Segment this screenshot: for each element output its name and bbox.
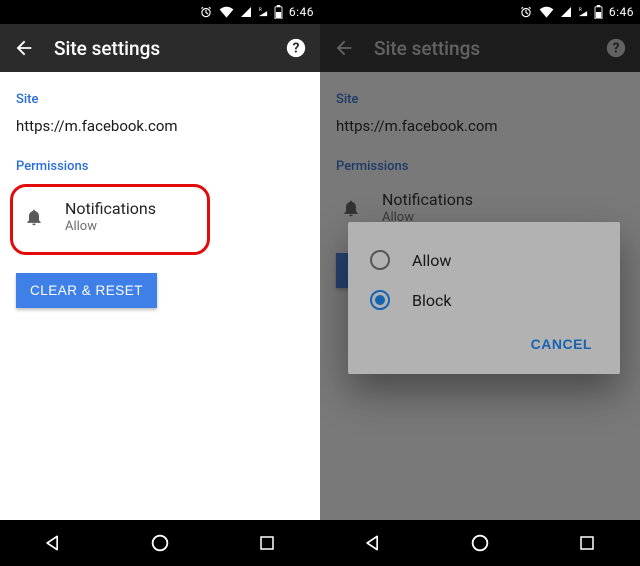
svg-text:?: ? [293, 41, 300, 57]
clock-text: 6:46 [609, 5, 634, 19]
tutorial-highlight-ring: Notifications Allow [10, 184, 210, 255]
signal-r-icon: R [258, 6, 268, 18]
screen-content-dimmed: Site settings ? Site https://m.facebook.… [320, 24, 640, 520]
wifi-icon [539, 6, 554, 18]
bell-icon [23, 206, 45, 228]
phone-right: R 6:46 Site settings ? Site https://m.fa… [320, 0, 640, 566]
svg-text:R: R [259, 7, 262, 13]
nav-back-icon[interactable] [40, 530, 66, 556]
nav-recents-icon[interactable] [254, 530, 280, 556]
permission-title: Notifications [65, 199, 156, 218]
alarm-icon [199, 5, 213, 19]
back-icon[interactable] [12, 36, 36, 60]
signal-icon [560, 6, 572, 18]
permissions-section-label: Permissions [16, 159, 304, 174]
svg-text:R: R [579, 7, 582, 13]
nav-home-icon[interactable] [147, 530, 173, 556]
permission-row-notifications[interactable]: Notifications Allow [19, 193, 193, 244]
android-nav-bar [320, 520, 640, 566]
site-url-text: https://m.facebook.com [16, 117, 304, 135]
radio-option-allow[interactable]: Allow [364, 240, 610, 280]
site-section-label: Site [16, 92, 304, 107]
signal-icon [240, 6, 252, 18]
cancel-button[interactable]: CANCEL [521, 328, 602, 360]
battery-icon [594, 5, 603, 19]
clear-reset-button[interactable]: CLEAR & RESET [16, 273, 157, 308]
dual-screenshot: R 6:46 Site settings ? Site https://m.fa… [0, 0, 640, 566]
alarm-icon [519, 5, 533, 19]
screen-content: Site https://m.facebook.com Permissions … [0, 72, 320, 520]
radio-option-block[interactable]: Block [364, 280, 610, 320]
radio-label-block: Block [412, 291, 451, 310]
android-nav-bar [0, 520, 320, 566]
radio-label-allow: Allow [412, 251, 451, 270]
nav-recents-icon[interactable] [574, 530, 600, 556]
nav-home-icon[interactable] [467, 530, 493, 556]
clock-text: 6:46 [289, 5, 314, 19]
battery-icon [274, 5, 283, 19]
radio-icon-checked [370, 290, 390, 310]
app-bar: Site settings ? [0, 24, 320, 72]
help-icon[interactable]: ? [284, 36, 308, 60]
status-bar: R 6:46 [0, 0, 320, 24]
page-title: Site settings [54, 37, 284, 60]
radio-icon [370, 250, 390, 270]
notification-permission-dialog: Allow Block CANCEL [348, 222, 620, 374]
nav-back-icon[interactable] [360, 530, 386, 556]
permission-status: Allow [65, 219, 156, 234]
signal-r-icon: R [578, 6, 588, 18]
status-bar: R 6:46 [320, 0, 640, 24]
wifi-icon [219, 6, 234, 18]
phone-left: R 6:46 Site settings ? Site https://m.fa… [0, 0, 320, 566]
